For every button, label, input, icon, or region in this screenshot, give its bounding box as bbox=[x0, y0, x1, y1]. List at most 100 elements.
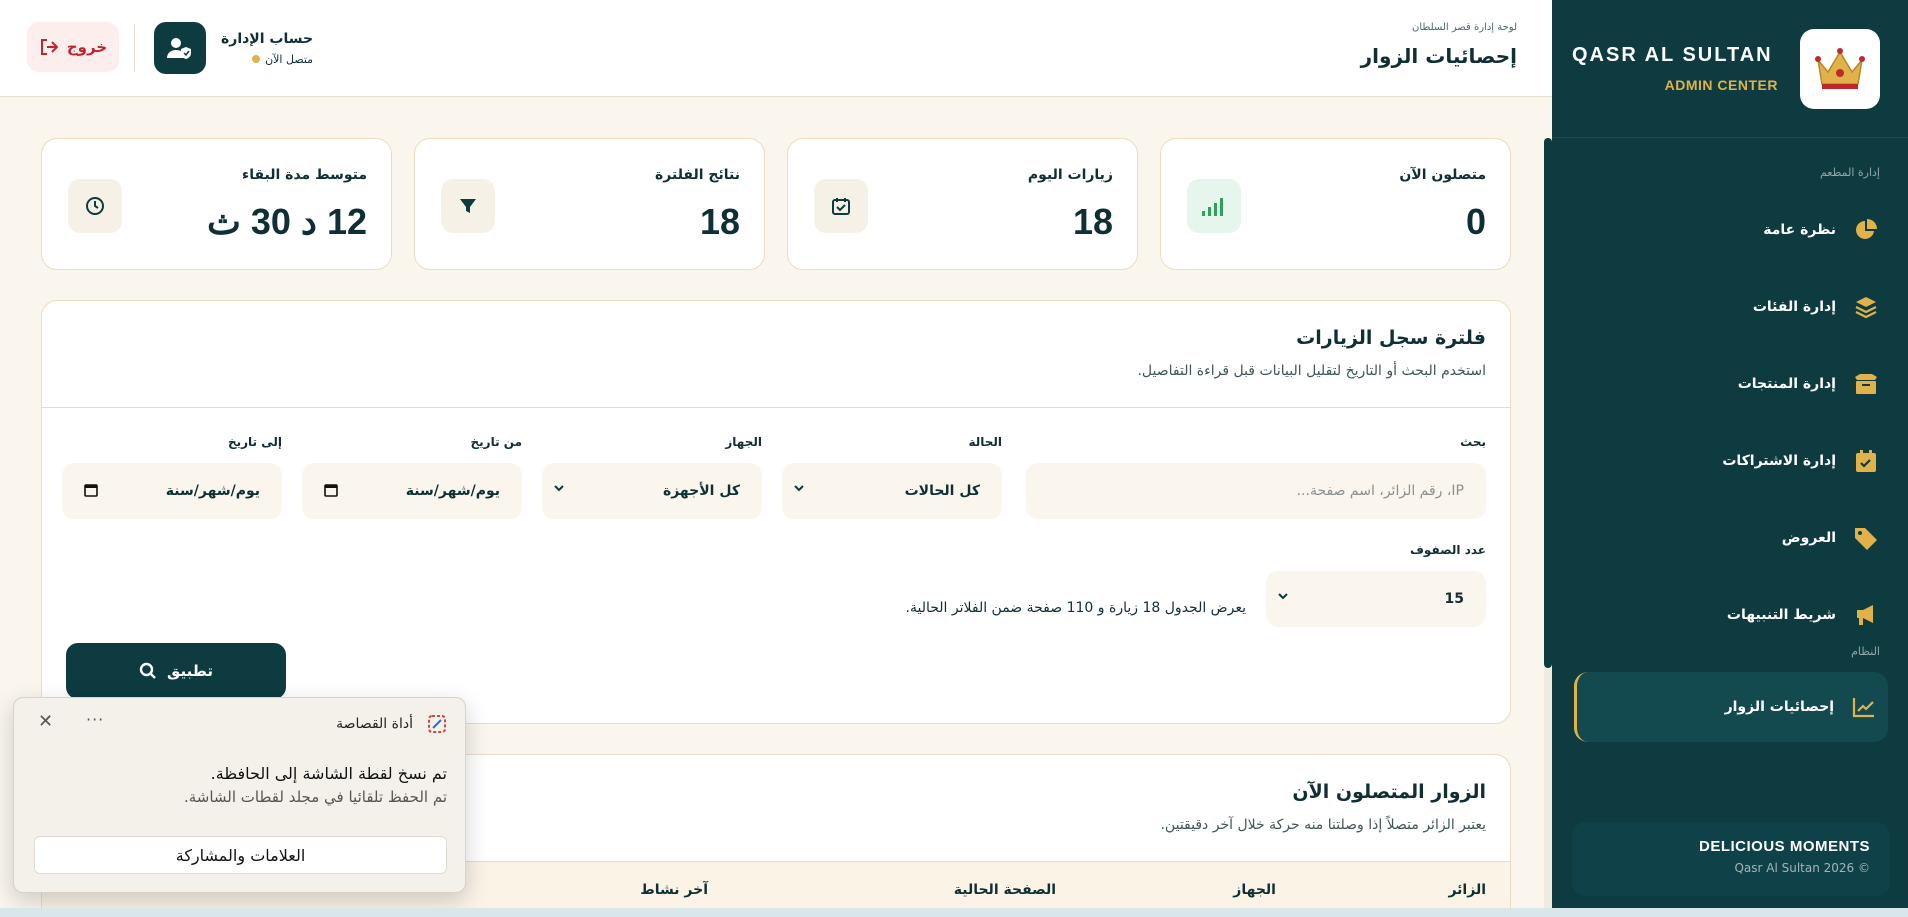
stat-value: 12 د 30 ث bbox=[206, 201, 367, 242]
stat-card-filter-results: نتائج الفلترة 18 bbox=[414, 138, 765, 270]
filter-summary: يعرض الجدول 18 زيارة و 110 صفحة ضمن الفل… bbox=[905, 600, 1246, 616]
megaphone-icon bbox=[1852, 601, 1880, 629]
to-date-label: إلى تاريخ bbox=[227, 435, 282, 449]
brand-subtitle: ADMIN CENTER bbox=[1664, 77, 1778, 93]
snipping-tool-notification: أداة القصاصة ··· ✕ تم نسخ لقطة الشاشة إل… bbox=[13, 697, 466, 893]
status-label: الحالة bbox=[968, 435, 1002, 449]
stat-card-avg-duration: متوسط مدة البقاء 12 د 30 ث bbox=[41, 138, 392, 270]
account-status: متصل الآن bbox=[221, 53, 313, 66]
apply-button[interactable]: تطبيق bbox=[66, 643, 286, 699]
sidebar-item-label: إحصائيات الزوار bbox=[1724, 699, 1834, 715]
panel-divider bbox=[42, 407, 1510, 408]
sidebar-item-subscriptions[interactable]: إدارة الاشتراكات bbox=[1552, 422, 1908, 499]
account-menu[interactable]: حساب الإدارة متصل الآن bbox=[154, 22, 313, 74]
search-input[interactable]: IP، رقم الزائر، اسم صفحة... bbox=[1026, 463, 1486, 519]
stat-value: 18 bbox=[1072, 201, 1113, 242]
status-select[interactable]: كل الحالات bbox=[782, 463, 1002, 519]
sidebar-item-offers[interactable]: العروض bbox=[1552, 499, 1908, 576]
more-options-icon[interactable]: ··· bbox=[86, 710, 104, 729]
status-dot-icon bbox=[252, 55, 261, 63]
calendar-check-icon bbox=[814, 179, 868, 233]
header-divider bbox=[134, 24, 135, 72]
brand: QASR AL SULTAN ADMIN CENTER bbox=[1552, 0, 1908, 138]
toast-detail: تم الحفظ تلقائيا في مجلد لقطات الشاشة. bbox=[183, 788, 447, 806]
sidebar-item-label: إدارة الاشتراكات bbox=[1722, 452, 1836, 469]
status-value: كل الحالات bbox=[904, 483, 980, 499]
column-header: الجهاز bbox=[1233, 882, 1276, 898]
to-date-value: يوم/شهر/سنة bbox=[165, 483, 260, 499]
sidebar-footer: DELICIOUS MOMENTS Qasr Al Sultan 2026 © bbox=[1572, 822, 1890, 896]
toast-app-name: أداة القصاصة bbox=[336, 716, 413, 732]
sidebar-item-visitor-stats[interactable]: إحصائيات الزوار bbox=[1574, 672, 1888, 742]
stat-card-today-visits: زيارات اليوم 18 bbox=[787, 138, 1138, 270]
calendar-icon[interactable] bbox=[324, 483, 338, 497]
device-select[interactable]: كل الأجهزة bbox=[542, 463, 762, 519]
rows-label: عدد الصفوف bbox=[1409, 543, 1486, 557]
tag-icon bbox=[1852, 524, 1880, 552]
sidebar-item-alerts[interactable]: شريط التنبيهات bbox=[1552, 576, 1908, 653]
sidebar-item-categories[interactable]: إدارة الفئات bbox=[1552, 268, 1908, 345]
top-header: لوحة إدارة قصر السلطان إحصائيات الزوار ح… bbox=[0, 0, 1552, 97]
logout-icon bbox=[40, 39, 59, 55]
apply-label: تطبيق bbox=[167, 662, 214, 680]
scrollbar-thumb[interactable] bbox=[1544, 138, 1552, 668]
sidebar-item-label: شريط التنبيهات bbox=[1726, 606, 1836, 623]
logout-label: خروج bbox=[66, 38, 108, 56]
footer-copyright: Qasr Al Sultan 2026 © bbox=[1734, 861, 1870, 875]
account-name: حساب الإدارة bbox=[221, 30, 314, 47]
stat-value: 18 bbox=[699, 201, 740, 242]
crown-logo-icon bbox=[1800, 28, 1880, 109]
rows-value: 15 bbox=[1444, 591, 1464, 607]
close-icon[interactable]: ✕ bbox=[38, 711, 53, 732]
breadcrumb: لوحة إدارة قصر السلطان bbox=[1412, 22, 1517, 33]
layers-icon bbox=[1852, 293, 1880, 321]
stat-label: زيارات اليوم bbox=[1027, 167, 1113, 183]
brand-title: QASR AL SULTAN bbox=[1572, 44, 1773, 66]
pie-chart-icon bbox=[1852, 216, 1880, 244]
taskbar-edge bbox=[0, 908, 1908, 917]
filter-title: فلترة سجل الزيارات bbox=[1296, 327, 1486, 349]
box-icon bbox=[1852, 370, 1880, 398]
from-date-label: من تاريخ bbox=[470, 435, 522, 449]
sidebar: QASR AL SULTAN ADMIN CENTER إدارة المطعم… bbox=[1552, 0, 1908, 908]
column-header: آخر نشاط bbox=[640, 882, 708, 898]
sidebar-item-label: العروض bbox=[1781, 529, 1836, 546]
device-value: كل الأجهزة bbox=[662, 483, 740, 499]
footer-title: DELICIOUS MOMENTS bbox=[1698, 838, 1870, 855]
chevron-down-icon bbox=[794, 485, 804, 492]
snipping-tool-icon bbox=[428, 715, 446, 733]
account-status-text: متصل الآن bbox=[265, 52, 314, 66]
online-subtitle: يعتبر الزائر متصلاً إذا وصلتنا منه حركة … bbox=[1160, 817, 1486, 833]
filter-subtitle: استخدم البحث أو التاريخ لتقليل البيانات … bbox=[1137, 363, 1486, 379]
section-label: إدارة المطعم bbox=[1819, 166, 1880, 179]
sidebar-item-overview[interactable]: نظرة عامة bbox=[1552, 191, 1908, 268]
search-label: بحث bbox=[1460, 435, 1486, 449]
clock-icon bbox=[68, 179, 122, 233]
from-date-value: يوم/شهر/سنة bbox=[405, 483, 500, 499]
chevron-down-icon bbox=[1278, 593, 1288, 600]
column-header: الزائر bbox=[1448, 882, 1486, 898]
toast-message: تم نسخ لقطة الشاشة إلى الحافظة. bbox=[210, 764, 447, 783]
stat-label: متصلون الآن bbox=[1399, 167, 1486, 183]
calendar-check-icon bbox=[1852, 447, 1880, 475]
stats-row: متصلون الآن 0 زيارات اليوم 18 نتائج الفل… bbox=[41, 138, 1511, 270]
sidebar-item-label: نظرة عامة bbox=[1763, 221, 1836, 238]
search-icon bbox=[139, 662, 156, 679]
device-label: الجهاز bbox=[725, 435, 762, 449]
sidebar-item-products[interactable]: إدارة المنتجات bbox=[1552, 345, 1908, 422]
sidebar-item-label: إدارة الفئات bbox=[1752, 298, 1836, 315]
user-shield-icon bbox=[154, 22, 206, 74]
filter-panel: فلترة سجل الزيارات استخدم البحث أو التار… bbox=[41, 300, 1511, 724]
signal-icon bbox=[1187, 179, 1241, 233]
page-title: إحصائيات الزوار bbox=[1360, 44, 1517, 68]
stat-label: نتائج الفلترة bbox=[655, 167, 740, 183]
from-date-input[interactable]: يوم/شهر/سنة bbox=[302, 463, 522, 519]
markup-share-button[interactable]: العلامات والمشاركة bbox=[34, 836, 447, 874]
section-label: النظام bbox=[1851, 645, 1880, 658]
filter-icon bbox=[441, 179, 495, 233]
calendar-icon[interactable] bbox=[84, 483, 98, 497]
to-date-input[interactable]: يوم/شهر/سنة bbox=[62, 463, 282, 519]
stat-label: متوسط مدة البقاء bbox=[242, 167, 367, 183]
rows-select[interactable]: 15 bbox=[1266, 571, 1486, 627]
logout-button[interactable]: خروج bbox=[27, 22, 119, 72]
